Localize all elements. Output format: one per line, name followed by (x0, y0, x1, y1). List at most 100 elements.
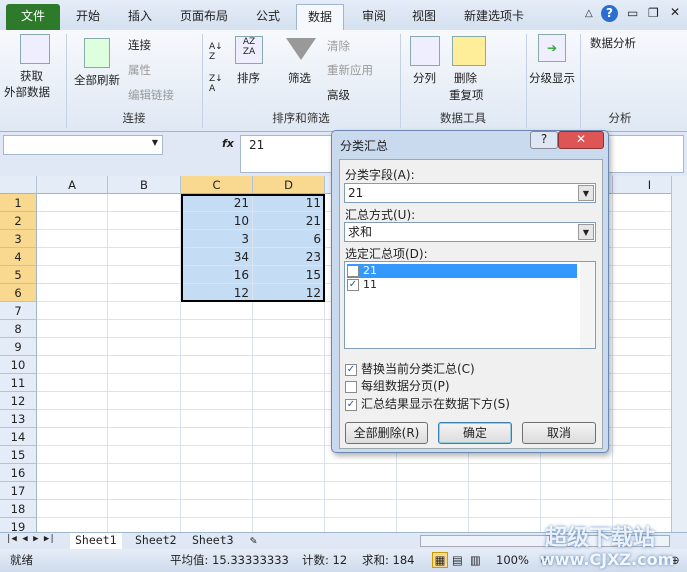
minimize-ribbon-icon[interactable]: △ (585, 8, 593, 19)
checkbox[interactable]: ✓ (345, 398, 357, 411)
row-header-11[interactable]: 11 (0, 374, 37, 392)
cell-C3[interactable]: 3 (181, 230, 253, 248)
tab-data[interactable]: 数据 (296, 4, 344, 30)
function-select[interactable]: 求和 ▼ (344, 222, 596, 242)
remove-duplicates-button[interactable]: 删除 (454, 70, 477, 86)
row-header-10[interactable]: 10 (0, 356, 37, 374)
filter-button[interactable]: 筛选 (288, 70, 311, 86)
row-header-3[interactable]: 3 (0, 230, 37, 248)
cell-C17[interactable] (181, 482, 253, 500)
row-header-12[interactable]: 12 (0, 392, 37, 410)
cell-A12[interactable] (37, 392, 108, 410)
list-scrollbar[interactable] (580, 262, 595, 348)
cell-D3[interactable]: 6 (253, 230, 325, 248)
cell-C15[interactable] (181, 446, 253, 464)
list-item[interactable]: 21 (347, 264, 577, 278)
cell-C6[interactable]: 12 (181, 284, 253, 302)
tab-home[interactable]: 开始 (66, 4, 110, 30)
select-all-corner[interactable] (0, 176, 37, 194)
cell-A4[interactable] (37, 248, 108, 266)
cell-A10[interactable] (37, 356, 108, 374)
cell-D17[interactable] (253, 482, 325, 500)
list-item[interactable]: ✓ 11 (347, 278, 377, 291)
cell-B12[interactable] (108, 392, 181, 410)
text-to-columns-button[interactable]: 分列 (413, 70, 436, 86)
cell-C18[interactable] (181, 500, 253, 518)
cell-C9[interactable] (181, 338, 253, 356)
remove-all-button[interactable]: 全部删除(R) (345, 422, 428, 444)
cell-D2[interactable]: 21 (253, 212, 325, 230)
column-header-C[interactable]: C (181, 176, 253, 194)
column-header-B[interactable]: B (108, 176, 181, 194)
cell-D16[interactable] (253, 464, 325, 482)
cell-B9[interactable] (108, 338, 181, 356)
cell-A14[interactable] (37, 428, 108, 446)
get-external-data-button[interactable]: 获取 (20, 68, 43, 84)
sheet-tab-1[interactable]: Sheet1 (70, 533, 122, 549)
cell-D6[interactable]: 12 (253, 284, 325, 302)
cell-C5[interactable]: 16 (181, 266, 253, 284)
cell-A3[interactable] (37, 230, 108, 248)
tab-review[interactable]: 审阅 (352, 4, 396, 30)
cell-B15[interactable] (108, 446, 181, 464)
data-analysis-button[interactable]: 数据分析 (590, 35, 636, 51)
row-header-16[interactable]: 16 (0, 464, 37, 482)
tab-view[interactable]: 视图 (402, 4, 446, 30)
subtotal-items-list[interactable]: 21 ✓ 11 (344, 261, 596, 349)
cell-B11[interactable] (108, 374, 181, 392)
cell-F16[interactable] (397, 464, 469, 482)
page-layout-view-icon[interactable]: ▤ (452, 549, 463, 572)
cell-H18[interactable] (541, 500, 613, 518)
cell-B2[interactable] (108, 212, 181, 230)
cell-A11[interactable] (37, 374, 108, 392)
dialog-help-button[interactable]: ? (530, 131, 558, 149)
cell-B8[interactable] (108, 320, 181, 338)
cell-B14[interactable] (108, 428, 181, 446)
sort-desc-icon[interactable]: Z↓ A (209, 74, 223, 94)
checkbox-21[interactable] (347, 265, 359, 277)
advanced-button[interactable]: 高级 (327, 87, 350, 103)
cell-D18[interactable] (253, 500, 325, 518)
cell-C12[interactable] (181, 392, 253, 410)
cell-H17[interactable] (541, 482, 613, 500)
cell-A7[interactable] (37, 302, 108, 320)
cell-E18[interactable] (325, 500, 397, 518)
row-header-17[interactable]: 17 (0, 482, 37, 500)
cell-D15[interactable] (253, 446, 325, 464)
cell-C14[interactable] (181, 428, 253, 446)
insert-sheet-icon[interactable]: ✎ (250, 533, 257, 547)
sheet-tab-2[interactable]: Sheet2 (130, 533, 182, 547)
tab-insert[interactable]: 插入 (118, 4, 162, 30)
row-header-1[interactable]: 1 (0, 194, 37, 212)
cell-G17[interactable] (469, 482, 541, 500)
properties-button[interactable]: 属性 (128, 62, 151, 78)
restore-icon[interactable]: ❐ (648, 6, 659, 20)
row-header-7[interactable]: 7 (0, 302, 37, 320)
checkbox[interactable] (345, 380, 357, 393)
cell-D4[interactable]: 23 (253, 248, 325, 266)
cell-E16[interactable] (325, 464, 397, 482)
cell-D10[interactable] (253, 356, 325, 374)
outline-button[interactable]: 分级显示 (529, 70, 575, 86)
cell-F17[interactable] (397, 482, 469, 500)
cell-B7[interactable] (108, 302, 181, 320)
row-header-4[interactable]: 4 (0, 248, 37, 266)
row-header-9[interactable]: 9 (0, 338, 37, 356)
cell-A9[interactable] (37, 338, 108, 356)
minimize-icon[interactable]: ▭ (627, 6, 638, 20)
cell-B6[interactable] (108, 284, 181, 302)
cell-A15[interactable] (37, 446, 108, 464)
page-break-option[interactable]: 每组数据分页(P) (345, 377, 450, 394)
close-icon[interactable]: ✕ (670, 5, 680, 19)
cell-D1[interactable]: 11 (253, 194, 325, 212)
sheet-nav-icon[interactable]: |◀ ◀ ▶ ▶| (6, 534, 55, 544)
cell-A6[interactable] (37, 284, 108, 302)
sort-button[interactable]: 排序 (237, 70, 260, 86)
cell-D8[interactable] (253, 320, 325, 338)
cell-C7[interactable] (181, 302, 253, 320)
vertical-scrollbar[interactable] (671, 176, 687, 532)
refresh-all-button[interactable]: 全部刷新 (74, 72, 120, 88)
row-header-5[interactable]: 5 (0, 266, 37, 284)
sort-asc-icon[interactable]: A↓ Z (209, 42, 223, 62)
chevron-down-icon[interactable]: ▼ (578, 185, 594, 201)
